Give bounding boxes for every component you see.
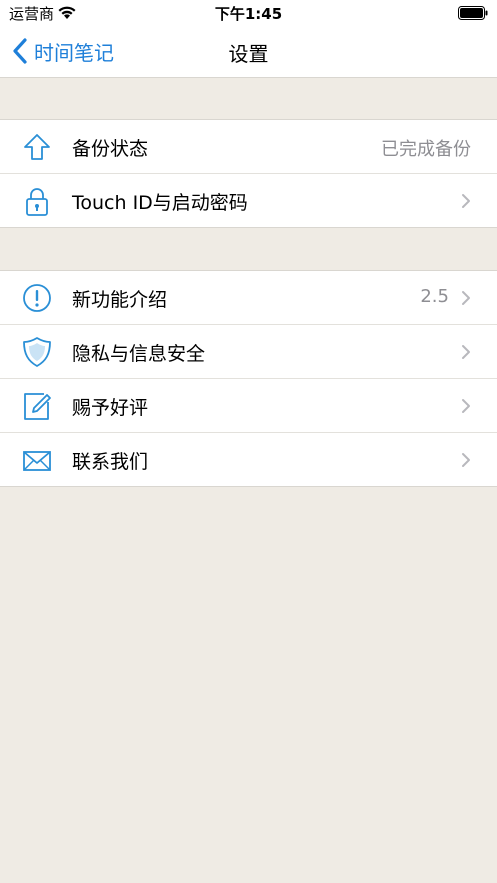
settings-group-backup: 备份状态 已完成备份 Touch ID与启动密码 [0,119,497,228]
settings-row-label: Touch ID与启动密码 [72,192,248,214]
settings-row-label: 隐私与信息安全 [72,343,206,365]
cloud-upload-icon [24,134,50,160]
settings-row-label: 联系我们 [72,451,149,473]
chevron-right-icon [462,194,470,208]
settings-row-new-features[interactable]: 新功能介绍 2.5 [0,271,497,325]
status-time: 下午1:45 [214,5,283,23]
navigation-bar: 时间笔记 设置 [0,26,497,78]
settings-row-contact[interactable]: 联系我们 [0,433,497,486]
settings-row-backup-status[interactable]: 备份状态 已完成备份 [0,120,497,174]
chevron-right-icon [462,291,470,305]
page-title: 设置 [228,42,269,66]
mail-icon [23,451,51,471]
chevron-right-icon [462,345,470,359]
backup-status-value: 已完成备份 [381,139,471,160]
version-value: 2.5 [420,286,449,307]
exclamation-circle-icon [23,284,51,312]
settings-row-privacy[interactable]: 隐私与信息安全 [0,325,497,379]
settings-row-label: 新功能介绍 [72,289,168,311]
lock-icon [26,188,48,216]
status-bar: 运营商 下午1:45 [0,0,497,26]
settings-row-touch-id[interactable]: Touch ID与启动密码 [0,174,497,227]
settings-row-rate[interactable]: 赐予好评 [0,379,497,433]
settings-group-about: 新功能介绍 2.5 隐私与信息安全 赐予好评 联系我们 [0,270,497,487]
shield-icon [23,337,51,367]
settings-row-label: 赐予好评 [72,397,149,419]
edit-icon [24,393,51,420]
chevron-right-icon [462,453,470,467]
settings-row-label: 备份状态 [72,138,149,160]
battery-icon [458,6,488,20]
chevron-right-icon [462,399,470,413]
